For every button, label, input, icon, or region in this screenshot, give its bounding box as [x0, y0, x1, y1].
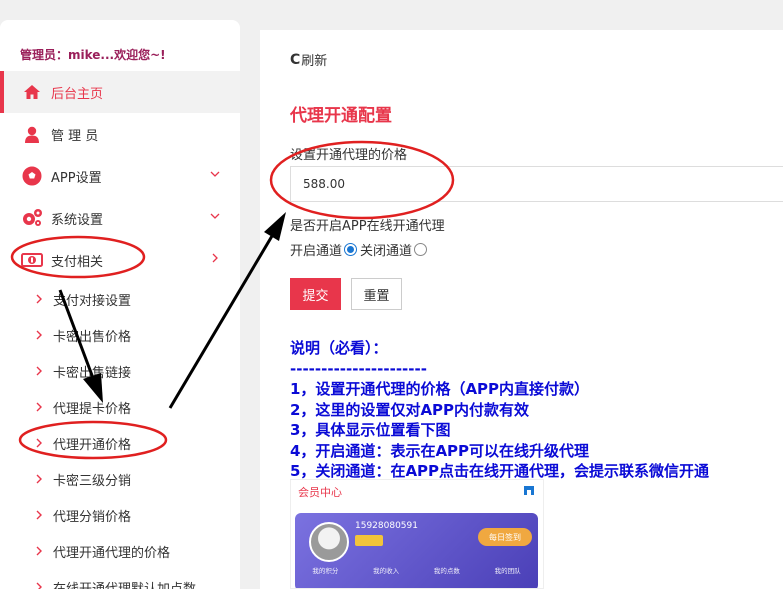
submenu-label: 卡密出售价格 [53, 329, 132, 345]
page-title: 代理开通配置 [290, 106, 392, 126]
stat-points: 我的积分 [312, 567, 339, 575]
vip-badge [355, 535, 383, 546]
chevron-right-icon [36, 294, 42, 304]
sidebar-item-app-settings[interactable]: APP设置 [0, 155, 240, 197]
chevron-right-icon [36, 582, 42, 589]
home-icon [21, 84, 43, 100]
submit-button[interactable]: 提交 [290, 278, 341, 310]
avatar [309, 522, 349, 562]
chevron-right-icon [36, 438, 42, 448]
soccer-ball-icon [21, 166, 43, 186]
admin-greeting: 管理员：mike...欢迎您~! [20, 46, 166, 63]
sidebar-item-home[interactable]: 后台主页 [0, 71, 240, 113]
money-icon [21, 252, 43, 268]
sidebar-item-system-settings[interactable]: 系统设置 [0, 197, 240, 239]
notes-heading: 说明（必看）： [290, 339, 388, 357]
notes-line: 1，设置开通代理的价格（APP内直接付款） [290, 380, 590, 398]
submenu-agent-distribution-price[interactable]: 代理分销价格 [0, 497, 240, 533]
close-channel-radio[interactable] [414, 243, 428, 256]
stat-team: 我的团队 [494, 567, 521, 575]
admin-name[interactable]: mike... [68, 48, 114, 62]
notes-line: 2，这里的设置仅对APP内付款有效 [290, 400, 530, 419]
sidebar-menu: 后台主页 管 理 员 APP设置 系统设置 支付相关 支付对接设置 卡密出售价格… [0, 71, 240, 589]
notes-line: 4，开启通道：表示在APP可以在线升级代理 [290, 441, 590, 460]
submenu-card-price[interactable]: 卡密出售价格 [0, 317, 240, 353]
open-channel-label: 开启通道 [290, 244, 343, 259]
stat-dots: 我的点数 [433, 567, 460, 575]
submenu-payment-setup[interactable]: 支付对接设置 [0, 281, 240, 317]
chevron-right-icon [36, 366, 42, 376]
submenu-label: 卡密三级分销 [53, 473, 132, 489]
daily-checkin-button: 每日签到 [478, 528, 532, 546]
user-icon [21, 126, 43, 143]
chevron-right-icon [36, 402, 42, 412]
submenu-agent-open-agent-price[interactable]: 代理开通代理的价格 [0, 533, 240, 569]
chevron-right-icon [36, 330, 42, 340]
instructions: 说明（必看）： ---------------------- 1，设置开通代理的… [290, 338, 709, 482]
submenu-label: 代理开通价格 [53, 437, 132, 453]
sidebar-item-payment[interactable]: 支付相关 [0, 239, 240, 281]
submenu-label: 支付对接设置 [53, 293, 132, 309]
chevron-right-icon [212, 253, 218, 263]
refresh-icon: C [290, 51, 301, 68]
submenu-agent-open-price[interactable]: 代理开通价格 [0, 425, 240, 461]
member-center-title: 会员中心 [298, 486, 342, 499]
sidebar-item-label: 后台主页 [51, 86, 104, 102]
chevron-right-icon [36, 474, 42, 484]
submenu-label: 代理开通代理的价格 [53, 545, 171, 561]
sidebar-item-label: 系统设置 [51, 212, 104, 228]
gears-icon [21, 208, 43, 228]
channel-radio-group: 开启通道 关闭通道 [290, 240, 430, 259]
submenu-label: 代理提卡价格 [53, 401, 132, 417]
submenu-label: 代理分销价格 [53, 509, 132, 525]
price-input[interactable] [290, 166, 783, 202]
sidebar-item-label: 支付相关 [51, 254, 104, 270]
stat-income: 我的收入 [373, 567, 400, 575]
store-icon [524, 486, 534, 495]
checkin-label: 每日签到 [489, 532, 521, 542]
admin-welcome: 欢迎您~! [114, 48, 166, 62]
refresh-label: 刷新 [301, 54, 328, 69]
submenu-card-distribution[interactable]: 卡密三级分销 [0, 461, 240, 497]
chevron-right-icon [36, 510, 42, 520]
submenu-card-link[interactable]: 卡密出售链接 [0, 353, 240, 389]
refresh-button[interactable]: C 刷新 [290, 50, 328, 70]
close-channel-label: 关闭通道 [360, 244, 413, 259]
submenu-agent-card-price[interactable]: 代理提卡价格 [0, 389, 240, 425]
chevron-down-icon [210, 171, 220, 177]
member-phone: 15928080591 [355, 521, 418, 531]
admin-label: 管理员： [20, 48, 69, 62]
online-open-label: 是否开启APP在线开通代理 [290, 219, 445, 234]
submenu-label: 在线开通代理默认加点数 [53, 581, 197, 589]
submenu-online-agent-points[interactable]: 在线开通代理默认加点数 [0, 569, 240, 589]
open-channel-radio[interactable] [344, 243, 358, 256]
notes-line: 3，具体显示位置看下图 [290, 421, 451, 439]
sidebar-item-label: APP设置 [51, 170, 102, 186]
sidebar-item-admin[interactable]: 管 理 员 [0, 113, 240, 155]
price-label: 设置开通代理的价格 [290, 148, 408, 163]
main-panel: C 刷新 代理开通配置 设置开通代理的价格 是否开启APP在线开通代理 开启通道… [260, 30, 783, 589]
sidebar-item-label: 管 理 员 [51, 128, 99, 144]
sidebar: 管理员：mike...欢迎您~! 后台主页 管 理 员 APP设置 系统设置 支… [0, 20, 240, 589]
submenu-label: 卡密出售链接 [53, 365, 132, 381]
notes-divider: ---------------------- [290, 359, 427, 378]
reset-button[interactable]: 重置 [351, 278, 402, 310]
member-stats: 我的积分 我的收入 我的点数 我的团队 [295, 565, 538, 575]
chevron-right-icon [36, 546, 42, 556]
example-app-screenshot: 会员中心 15928080591 每日签到 我的积分 我的收入 我的点数 我的团… [290, 479, 544, 589]
chevron-down-icon [210, 213, 220, 219]
member-card: 15928080591 每日签到 我的积分 我的收入 我的点数 我的团队 [295, 513, 538, 588]
